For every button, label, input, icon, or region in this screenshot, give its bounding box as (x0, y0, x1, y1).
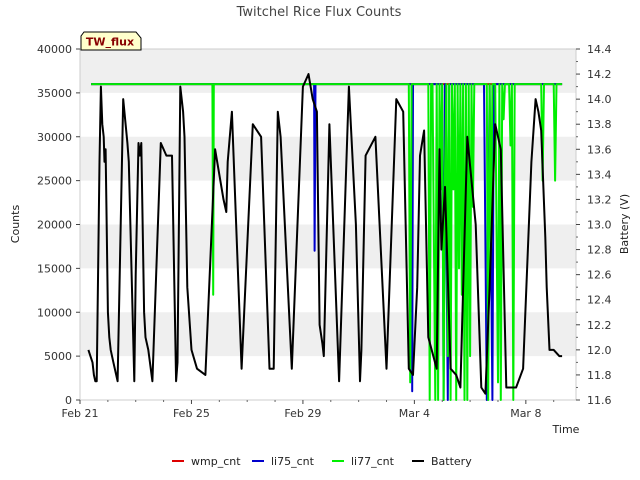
legend-label: wmp_cnt (191, 455, 241, 468)
y-tick-label-left: 20000 (37, 219, 72, 232)
legend-label: li75_cnt (271, 455, 315, 468)
legend: wmp_cnt li75_cnt li77_cnt Battery (172, 455, 472, 468)
y-tick-label-left: 40000 (37, 43, 72, 56)
legend-label: li77_cnt (351, 455, 395, 468)
y-tick-label-right: 12.2 (587, 319, 612, 332)
x-axis-label: Time (552, 423, 580, 436)
y-tick-label-right: 12.4 (587, 294, 612, 307)
y-tick-label-right: 13.0 (587, 219, 612, 232)
y-axis-label-right: Battery (V) (618, 194, 631, 254)
chart-root: 0 5000 10000 15000 20000 25000 30000 35000 40000… (9, 5, 631, 468)
x-tick-label: Feb 21 (62, 407, 99, 420)
y-tick-label-right: 11.8 (587, 369, 612, 382)
y-tick-label-left: 25000 (37, 175, 72, 188)
x-tick-label: Feb 25 (173, 407, 210, 420)
x-tick-label: Feb 29 (284, 407, 321, 420)
y-tick-label-right: 13.6 (587, 143, 612, 156)
x-tick-label: Mar 8 (510, 407, 541, 420)
y-tick-label-right: 13.4 (587, 168, 612, 181)
y-tick-label-left: 30000 (37, 131, 72, 144)
legend-item: li75_cnt (252, 455, 315, 468)
y-tick-label-right: 12.0 (587, 344, 612, 357)
y-tick-label-left: 15000 (37, 262, 72, 275)
y-tick-label-left: 35000 (37, 87, 72, 100)
y-tick-label-right: 13.8 (587, 118, 612, 131)
y-tick-label-right: 12.6 (587, 269, 612, 282)
y-tick-label-right: 14.4 (587, 43, 612, 56)
y-tick-label-right: 14.2 (587, 68, 612, 81)
legend-item: wmp_cnt (172, 455, 241, 468)
y-tick-label-right: 12.8 (587, 244, 612, 257)
legend-item: li77_cnt (332, 455, 395, 468)
legend-item: Battery (412, 455, 472, 468)
x-tick-label: Mar 4 (399, 407, 430, 420)
y-tick-label-left: 10000 (37, 306, 72, 319)
y-tick-label-left: 0 (65, 394, 72, 407)
legend-label: Battery (431, 455, 472, 468)
site-badge: TW_flux (80, 31, 142, 51)
y-tick-label-right: 11.6 (587, 394, 612, 407)
y-tick-label-right: 14.0 (587, 93, 612, 106)
y-tick-label-right: 13.2 (587, 193, 612, 206)
chart-title: Twitchel Rice Flux Counts (236, 5, 402, 20)
site-badge-label: TW_flux (86, 36, 134, 49)
y-axis-label-left: Counts (9, 205, 22, 244)
y-tick-label-left: 5000 (44, 350, 72, 363)
